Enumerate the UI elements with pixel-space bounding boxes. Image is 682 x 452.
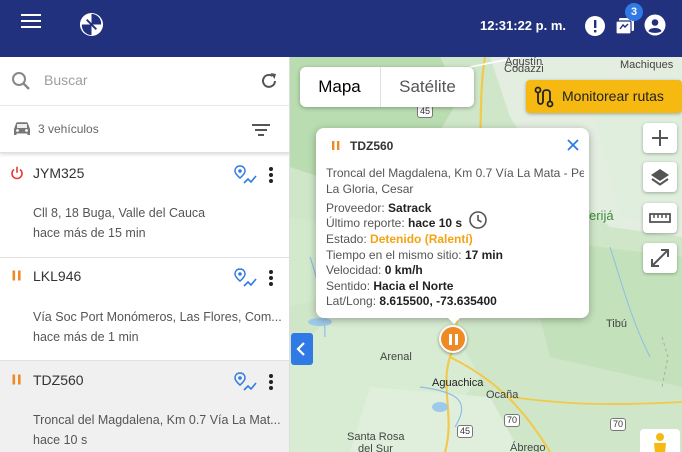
map-label: Ocaña [486, 389, 519, 401]
plus-icon [652, 130, 668, 146]
route-icon[interactable] [233, 371, 257, 395]
layers-button[interactable] [643, 162, 677, 192]
search-bar [0, 57, 289, 105]
vehicle-sidebar: 3 vehículos JYM325 Cll 8, 18 Buga, Valle… [0, 57, 290, 452]
map-label: Tibú [606, 318, 627, 330]
car-icon [14, 122, 30, 135]
vehicle-plate: JYM325 [33, 165, 85, 181]
vehicle-last-report: hace más de 15 min [33, 226, 146, 240]
ruler-button[interactable] [643, 203, 677, 233]
vehicle-plate: TDZ560 [33, 372, 84, 388]
map-label: Codazzi [504, 63, 544, 75]
popup-latlong: Lat/Long: 8.615500, -73.635400 [326, 294, 497, 308]
map-label: del Sur [358, 443, 393, 452]
list-item[interactable]: LKL946 Vía Soc Port Monómeros, Las Flore… [0, 257, 289, 361]
layers-icon [651, 169, 669, 186]
search-icon [12, 72, 30, 90]
popup-speed: Velocidad: 0 km/h [326, 263, 423, 277]
popup-plate: TDZ560 [350, 139, 394, 153]
popup-last-report: Último reporte: hace 10 s [326, 216, 463, 230]
map-label: Santa Rosa [347, 431, 405, 443]
list-item-selected[interactable]: TDZ560 Troncal del Magdalena, Km 0.7 Vía… [0, 361, 289, 452]
menu-icon[interactable] [21, 14, 41, 30]
route-icon[interactable] [233, 164, 257, 188]
popup-same-site: Tiempo en el mismo sitio: 17 min [326, 248, 503, 262]
clock-time: 12:31:22 p. m. [480, 18, 566, 33]
road-shield: 45 [457, 425, 473, 438]
map-label: Machiques [620, 59, 674, 71]
more-options-icon[interactable] [268, 373, 274, 391]
vehicle-last-report: hace 10 s [33, 433, 88, 447]
popup-address: Troncal del Magdalena, Km 0.7 Vía La Mat… [326, 165, 584, 197]
refresh-icon[interactable] [258, 70, 280, 92]
map-label: erijá [589, 208, 614, 223]
top-app-bar: 12:31:22 p. m. 3 [0, 0, 682, 57]
popup-pointer [446, 316, 462, 324]
clock-icon[interactable] [468, 210, 488, 230]
close-icon[interactable] [566, 138, 580, 152]
map-type-switch: Mapa Satélite [300, 67, 474, 107]
popup-state: Estado: Detenido (Ralentí) [326, 232, 473, 246]
popup-provider: Proveedor: Satrack [326, 201, 432, 215]
ruler-icon [649, 213, 671, 223]
vehicle-marker[interactable] [439, 325, 467, 353]
vehicle-last-report: hace más de 1 min [33, 330, 139, 344]
map-label: Aguachica [432, 377, 484, 389]
map-type-map-button[interactable]: Mapa [300, 67, 379, 107]
map-label: Arenal [380, 351, 412, 363]
street-view-button[interactable] [640, 429, 680, 452]
vehicle-plate: LKL946 [33, 268, 82, 284]
alert-icon[interactable] [584, 15, 606, 37]
popup-address-line2: La Gloria, Cesar [326, 182, 414, 196]
more-options-icon[interactable] [268, 269, 274, 287]
logo-icon [79, 12, 104, 37]
vehicle-address: Cll 8, 18 Buga, Valle del Cauca [33, 206, 206, 220]
pegman-icon [654, 433, 666, 452]
pause-icon [332, 141, 340, 150]
map-type-satellite-button[interactable]: Satélite [380, 67, 474, 107]
collapse-sidebar-button[interactable] [291, 333, 313, 365]
notification-badge: 3 [625, 3, 643, 21]
road-shield: 70 [610, 418, 626, 431]
vehicle-info-popup: TDZ560 Troncal del Magdalena, Km 0.7 Vía… [316, 128, 589, 318]
list-item[interactable]: JYM325 Cll 8, 18 Buga, Valle del Cauca h… [0, 154, 289, 258]
search-input[interactable] [44, 69, 244, 91]
monitor-routes-button[interactable]: Monitorear rutas [526, 80, 682, 113]
account-icon[interactable] [644, 14, 666, 36]
road-shield: 70 [504, 414, 520, 427]
filter-icon[interactable] [251, 122, 271, 138]
expand-icon [651, 249, 669, 267]
popup-direction: Sentido: Hacia el Norte [326, 279, 454, 293]
chevron-left-icon [296, 342, 305, 356]
pause-icon [12, 270, 21, 281]
power-off-icon [11, 166, 23, 180]
map-label: Ábrego [510, 442, 546, 452]
pause-icon [12, 374, 21, 385]
popup-address-line1: Troncal del Magdalena, Km 0.7 Vía La Mat… [326, 166, 584, 180]
more-options-icon[interactable] [268, 166, 274, 184]
fullscreen-button[interactable] [643, 243, 677, 273]
vehicle-address: Vía Soc Port Monómeros, Las Flores, Com.… [33, 310, 282, 324]
monitor-routes-label: Monitorear rutas [562, 88, 664, 104]
zoom-in-button[interactable] [643, 123, 677, 153]
route-monitor-icon [534, 86, 554, 108]
vehicle-count-row: 3 vehículos [0, 105, 289, 153]
route-icon[interactable] [233, 267, 257, 291]
vehicle-count: 3 vehículos [38, 122, 99, 136]
vehicle-address: Troncal del Magdalena, Km 0.7 Vía La Mat… [33, 413, 281, 427]
